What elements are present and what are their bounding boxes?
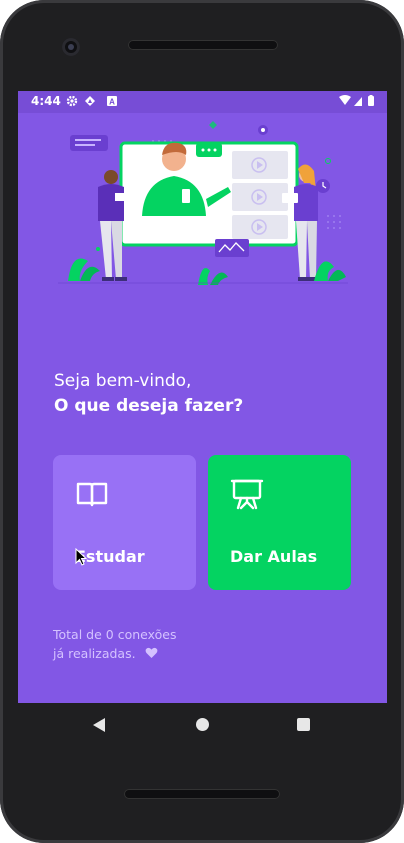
welcome-greeting: Seja bem-vindo,	[54, 371, 192, 391]
a-badge-icon: A	[107, 96, 117, 107]
recents-icon[interactable]	[297, 718, 310, 731]
app-screen: 4:44 A Seja bem-vindo, O que deseja faze…	[18, 91, 387, 703]
connections-done-text: já realizadas.	[53, 646, 136, 661]
bottom-speaker	[124, 789, 280, 799]
teach-button[interactable]: Dar Aulas	[208, 455, 351, 590]
system-nav-bar	[0, 703, 404, 749]
status-right-icons	[339, 95, 374, 106]
battery-icon	[368, 96, 374, 106]
welcome-text: Seja bem-vindo, O que deseja fazer?	[54, 369, 243, 419]
status-bar: 4:44 A	[18, 91, 387, 113]
study-button[interactable]: Estudar	[53, 455, 196, 590]
book-open-icon	[76, 482, 108, 507]
mouse-cursor-icon	[75, 548, 87, 566]
earpiece-speaker	[128, 40, 278, 50]
teach-button-label: Dar Aulas	[230, 547, 318, 566]
wifi-icon	[339, 95, 351, 105]
heart-icon	[145, 647, 158, 658]
signal-icon	[354, 97, 362, 106]
phone-frame: 4:44 A Seja bem-vindo, O que deseja faze…	[0, 0, 404, 843]
back-icon[interactable]	[92, 717, 106, 733]
status-time: 4:44	[31, 94, 61, 108]
connections-info: Total de 0 conexões já realizadas.	[53, 625, 273, 663]
svg-text:A: A	[109, 98, 115, 107]
front-camera	[62, 38, 80, 56]
hero-illustration	[58, 121, 348, 285]
android-icon	[85, 96, 95, 106]
phone-top-bezel	[0, 0, 404, 92]
welcome-question: O que deseja fazer?	[54, 396, 244, 416]
plant-center	[198, 268, 210, 285]
connections-count-text: Total de 0 conexões	[53, 627, 177, 642]
presentation-icon	[230, 479, 264, 510]
chat-bubble-icon	[70, 135, 108, 151]
settings-icon	[66, 95, 78, 107]
home-icon[interactable]	[196, 718, 209, 731]
